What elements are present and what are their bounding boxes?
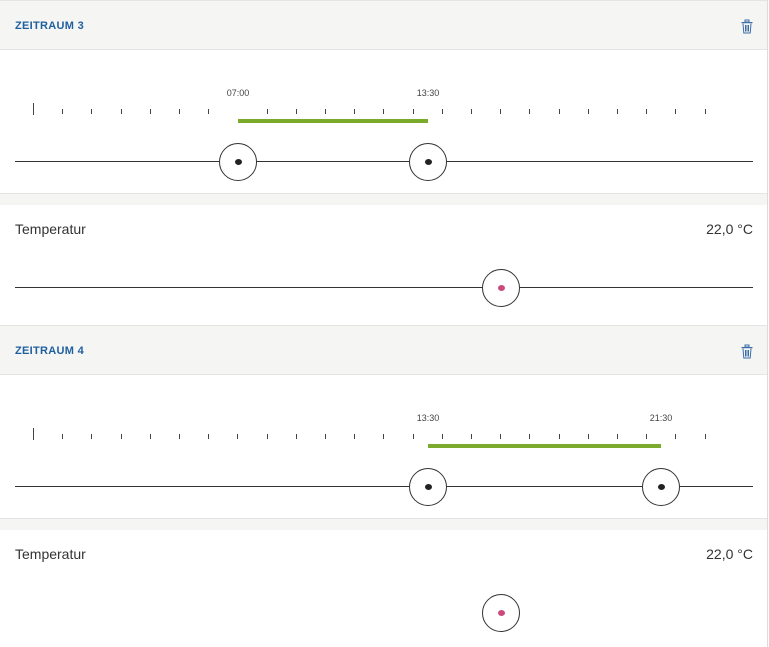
scale-tick	[471, 434, 472, 439]
scale-tick	[208, 434, 209, 439]
time-range-slider: 13:30 21:30	[0, 375, 767, 518]
temperature-handle[interactable]	[482, 594, 520, 632]
temperature-section-3: Temperatur 22,0 °C	[0, 205, 767, 325]
temperature-value: 22,0 °C	[706, 221, 753, 237]
scale-tick	[413, 109, 414, 114]
scale-tick	[383, 434, 384, 439]
scale-tick	[237, 434, 238, 439]
scale-tick	[529, 109, 530, 114]
scale-tick	[296, 109, 297, 114]
start-time-label: 07:00	[226, 88, 250, 98]
scale-tick	[588, 434, 589, 439]
trash-icon[interactable]	[740, 344, 754, 359]
start-time-handle[interactable]	[219, 143, 257, 181]
scale-tick	[62, 434, 63, 439]
scale-tick	[91, 109, 92, 114]
scale-tick	[646, 434, 647, 439]
scale-tick	[617, 109, 618, 114]
scale-tick	[325, 434, 326, 439]
scale-tick	[150, 434, 151, 439]
scale-tick	[179, 109, 180, 114]
scale-tick	[413, 434, 414, 439]
scale-tick	[383, 109, 384, 114]
scale-tick	[150, 109, 151, 114]
handle-dot	[497, 285, 505, 291]
scale-tick	[588, 109, 589, 114]
scale-tick	[646, 109, 647, 114]
period-title: ZEITRAUM 3	[15, 20, 84, 32]
temperature-handle[interactable]	[482, 269, 520, 307]
scale-tick	[705, 434, 706, 439]
start-time-handle[interactable]	[409, 468, 447, 506]
scale-tick	[559, 434, 560, 439]
period-title: ZEITRAUM 4	[15, 345, 84, 357]
period-header-4: ZEITRAUM 4	[0, 325, 767, 375]
temperature-label: Temperatur	[15, 221, 86, 237]
handle-dot	[497, 610, 505, 616]
scale-tick	[121, 434, 122, 439]
scale-tick	[354, 109, 355, 114]
scale-tick	[121, 109, 122, 114]
scale-tick	[267, 434, 268, 439]
handle-dot	[234, 159, 242, 165]
time-range-slider: 07:00 13:30	[0, 50, 767, 193]
end-time-label: 21:30	[649, 413, 673, 423]
start-time-label: 13:30	[416, 413, 440, 423]
scale-tick	[62, 109, 63, 114]
handle-dot	[657, 484, 665, 490]
end-time-handle[interactable]	[642, 468, 680, 506]
scale-tick	[33, 103, 34, 115]
scale-tick	[91, 434, 92, 439]
handle-dot	[424, 484, 432, 490]
temperature-track[interactable]	[15, 287, 753, 288]
end-time-handle[interactable]	[409, 143, 447, 181]
scale-tick	[705, 109, 706, 114]
handle-dot	[424, 159, 432, 165]
scale-tick	[179, 434, 180, 439]
scale-tick	[559, 109, 560, 114]
scale-tick	[296, 434, 297, 439]
scale-tick	[675, 434, 676, 439]
scale-tick	[471, 109, 472, 114]
scale-tick	[208, 109, 209, 114]
section-divider	[0, 193, 767, 205]
temperature-section-4: Temperatur 22,0 °C	[0, 530, 767, 647]
section-divider	[0, 518, 767, 530]
scale-tick	[442, 109, 443, 114]
selected-range-bar	[238, 119, 428, 123]
period-header-3: ZEITRAUM 3	[0, 0, 767, 50]
temperature-value: 22,0 °C	[706, 546, 753, 562]
end-time-label: 13:30	[416, 88, 440, 98]
scale-tick	[617, 434, 618, 439]
scale-tick	[675, 109, 676, 114]
scale-tick	[500, 109, 501, 114]
scale-tick	[33, 428, 34, 440]
scale-tick	[500, 434, 501, 439]
scale-tick	[267, 109, 268, 114]
time-track[interactable]	[15, 161, 753, 162]
trash-icon[interactable]	[740, 19, 754, 34]
scale-tick	[325, 109, 326, 114]
time-period-editor: ZEITRAUM 3 07:00 13:30 Temperatur 22,0 °…	[0, 0, 768, 647]
selected-range-bar	[428, 444, 661, 448]
temperature-label: Temperatur	[15, 546, 86, 562]
scale-tick	[529, 434, 530, 439]
scale-tick	[442, 434, 443, 439]
scale-tick	[354, 434, 355, 439]
